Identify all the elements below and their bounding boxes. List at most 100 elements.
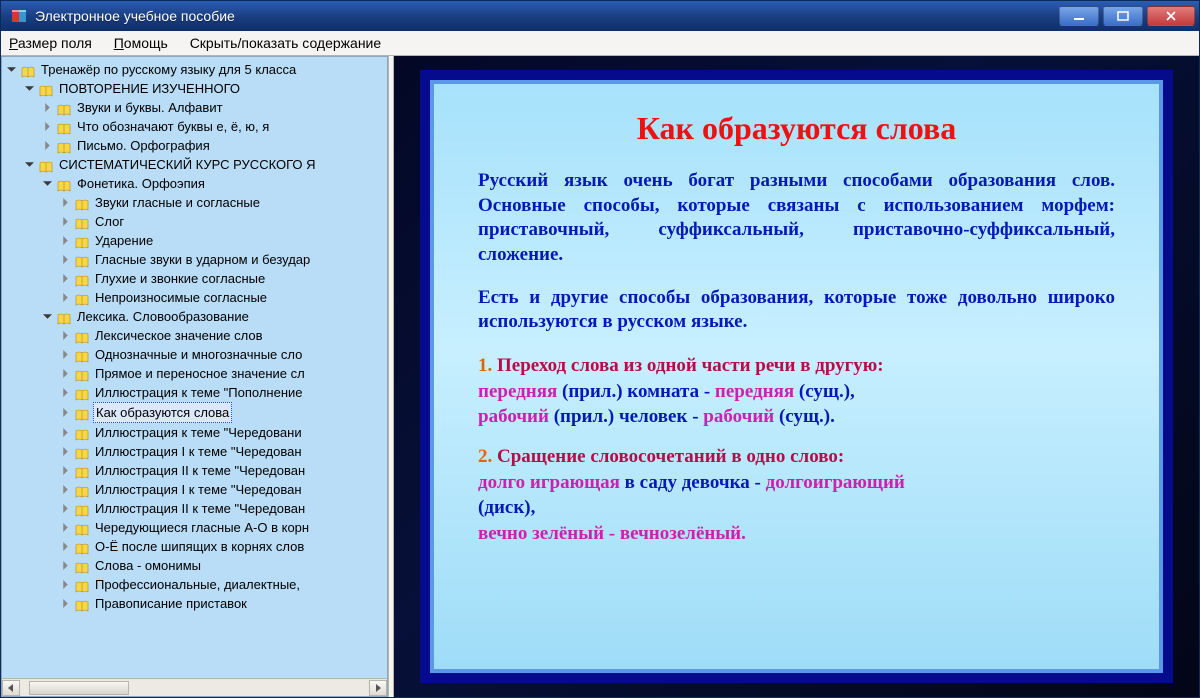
book-icon bbox=[57, 178, 71, 190]
tree-label: Непроизносимые согласные bbox=[93, 288, 269, 307]
tree-branch[interactable]: Тренажёр по русскому языку для 5 класса bbox=[6, 60, 387, 79]
menubar: Размер поля Помощь Скрыть/показать содер… bbox=[1, 31, 1199, 56]
book-icon bbox=[57, 140, 71, 152]
expand-icon[interactable] bbox=[60, 235, 71, 246]
scroll-right-button[interactable] bbox=[369, 680, 387, 696]
tree-item[interactable]: Однозначные и многозначные сло bbox=[60, 345, 387, 364]
tree-item[interactable]: Гласные звуки в ударном и безудар bbox=[60, 250, 387, 269]
book-icon bbox=[75, 349, 89, 361]
tree-item[interactable]: Лексическое значение слов bbox=[60, 326, 387, 345]
expand-icon[interactable] bbox=[60, 522, 71, 533]
tree-item[interactable]: Профессиональные, диалектные, bbox=[60, 575, 387, 594]
tree-label: Прямое и переносное значение сл bbox=[93, 364, 307, 383]
tree-item[interactable]: Звуки гласные и согласные bbox=[60, 193, 387, 212]
tree-label: Что обозначают буквы е, ё, ю, я bbox=[75, 117, 271, 136]
menu-toggle[interactable]: Скрыть/показать содержание bbox=[190, 35, 381, 51]
tree-item[interactable]: Непроизносимые согласные bbox=[60, 288, 387, 307]
expand-icon[interactable] bbox=[60, 465, 71, 476]
tree-item[interactable]: Иллюстрация к теме "Пополнение bbox=[60, 383, 387, 402]
expand-icon[interactable] bbox=[24, 159, 35, 170]
window-buttons bbox=[1059, 6, 1195, 26]
tree-label: Слова - омонимы bbox=[93, 556, 203, 575]
expand-icon[interactable] bbox=[60, 254, 71, 265]
tree-item[interactable]: Письмо. Орфография bbox=[42, 136, 387, 155]
book-icon bbox=[39, 83, 53, 95]
book-icon bbox=[75, 560, 89, 572]
book-icon bbox=[75, 484, 89, 496]
book-icon bbox=[57, 121, 71, 133]
expand-icon[interactable] bbox=[60, 598, 71, 609]
tree-item[interactable]: Слог bbox=[60, 212, 387, 231]
book-icon bbox=[75, 541, 89, 553]
minimize-button[interactable] bbox=[1059, 6, 1099, 26]
tree-item[interactable]: Звуки и буквы. Алфавит bbox=[42, 98, 387, 117]
book-icon bbox=[75, 254, 89, 266]
expand-icon[interactable] bbox=[60, 330, 71, 341]
expand-icon[interactable] bbox=[60, 292, 71, 303]
tree-branch[interactable]: ПОВТОРЕНИЕ ИЗУЧЕННОГО bbox=[24, 79, 387, 98]
scroll-track[interactable] bbox=[21, 680, 368, 696]
tree-item[interactable]: Иллюстрация I к теме "Чередован bbox=[60, 480, 387, 499]
slide-example-1: 1. Переход слова из одной части речи в д… bbox=[478, 353, 1115, 430]
expand-icon[interactable] bbox=[42, 178, 53, 189]
tree-item[interactable]: Слова - омонимы bbox=[60, 556, 387, 575]
expand-icon[interactable] bbox=[60, 427, 71, 438]
expand-icon[interactable] bbox=[60, 387, 71, 398]
tree-label: Звуки гласные и согласные bbox=[93, 193, 262, 212]
tree-item[interactable]: О-Ё после шипящих в корнях слов bbox=[60, 537, 387, 556]
book-icon bbox=[75, 368, 89, 380]
toc-tree[interactable]: Тренажёр по русскому языку для 5 классаП… bbox=[2, 57, 387, 678]
book-icon bbox=[75, 598, 89, 610]
tree-item[interactable]: Как образуются слова bbox=[60, 402, 387, 423]
expand-icon[interactable] bbox=[42, 102, 53, 113]
titlebar[interactable]: Электронное учебное пособие bbox=[1, 1, 1199, 31]
expand-icon[interactable] bbox=[60, 446, 71, 457]
expand-icon[interactable] bbox=[60, 273, 71, 284]
expand-icon[interactable] bbox=[60, 503, 71, 514]
tree-item[interactable]: Иллюстрация к теме "Чередовани bbox=[60, 423, 387, 442]
book-icon bbox=[75, 503, 89, 515]
tree-item[interactable]: Правописание приставок bbox=[60, 594, 387, 613]
expand-icon[interactable] bbox=[24, 83, 35, 94]
book-icon bbox=[75, 446, 89, 458]
expand-icon[interactable] bbox=[60, 560, 71, 571]
close-button[interactable] bbox=[1147, 6, 1195, 26]
book-icon bbox=[75, 387, 89, 399]
scroll-left-button[interactable] bbox=[2, 680, 20, 696]
expand-icon[interactable] bbox=[42, 311, 53, 322]
tree-item[interactable]: Прямое и переносное значение сл bbox=[60, 364, 387, 383]
tree-item[interactable]: Иллюстрация II к теме "Чередован bbox=[60, 499, 387, 518]
expand-icon[interactable] bbox=[60, 216, 71, 227]
expand-icon[interactable] bbox=[60, 484, 71, 495]
expand-icon[interactable] bbox=[60, 349, 71, 360]
tree-branch[interactable]: Лексика. Словообразование bbox=[42, 307, 387, 326]
expand-icon[interactable] bbox=[42, 121, 53, 132]
client-area: Тренажёр по русскому языку для 5 классаП… bbox=[1, 56, 1199, 697]
tree-item[interactable]: Иллюстрация II к теме "Чередован bbox=[60, 461, 387, 480]
tree-branch[interactable]: Фонетика. Орфоэпия bbox=[42, 174, 387, 193]
tree-item[interactable]: Ударение bbox=[60, 231, 387, 250]
tree-label: Иллюстрация к теме "Пополнение bbox=[93, 383, 305, 402]
menu-size[interactable]: Размер поля bbox=[9, 35, 92, 51]
tree-item[interactable]: Иллюстрация I к теме "Чередован bbox=[60, 442, 387, 461]
tree-item[interactable]: Что обозначают буквы е, ё, ю, я bbox=[42, 117, 387, 136]
expand-icon[interactable] bbox=[60, 579, 71, 590]
expand-icon[interactable] bbox=[60, 541, 71, 552]
expand-icon[interactable] bbox=[60, 368, 71, 379]
app-icon bbox=[11, 7, 29, 25]
tree-label: Письмо. Орфография bbox=[75, 136, 212, 155]
expand-icon[interactable] bbox=[6, 64, 17, 75]
tree-label: Гласные звуки в ударном и безудар bbox=[93, 250, 312, 269]
menu-help[interactable]: Помощь bbox=[114, 35, 168, 51]
book-icon bbox=[75, 235, 89, 247]
scroll-thumb[interactable] bbox=[29, 681, 129, 695]
tree-item[interactable]: Чередующиеся гласные А-О в корн bbox=[60, 518, 387, 537]
maximize-button[interactable] bbox=[1103, 6, 1143, 26]
tree-item[interactable]: Глухие и звонкие согласные bbox=[60, 269, 387, 288]
expand-icon[interactable] bbox=[60, 197, 71, 208]
expand-icon[interactable] bbox=[60, 407, 71, 418]
h-scrollbar[interactable] bbox=[2, 678, 387, 696]
tree-branch[interactable]: СИСТЕМАТИЧЕСКИЙ КУРС РУССКОГО Я bbox=[24, 155, 387, 174]
tree-label: Иллюстрация I к теме "Чередован bbox=[93, 480, 304, 499]
expand-icon[interactable] bbox=[42, 140, 53, 151]
